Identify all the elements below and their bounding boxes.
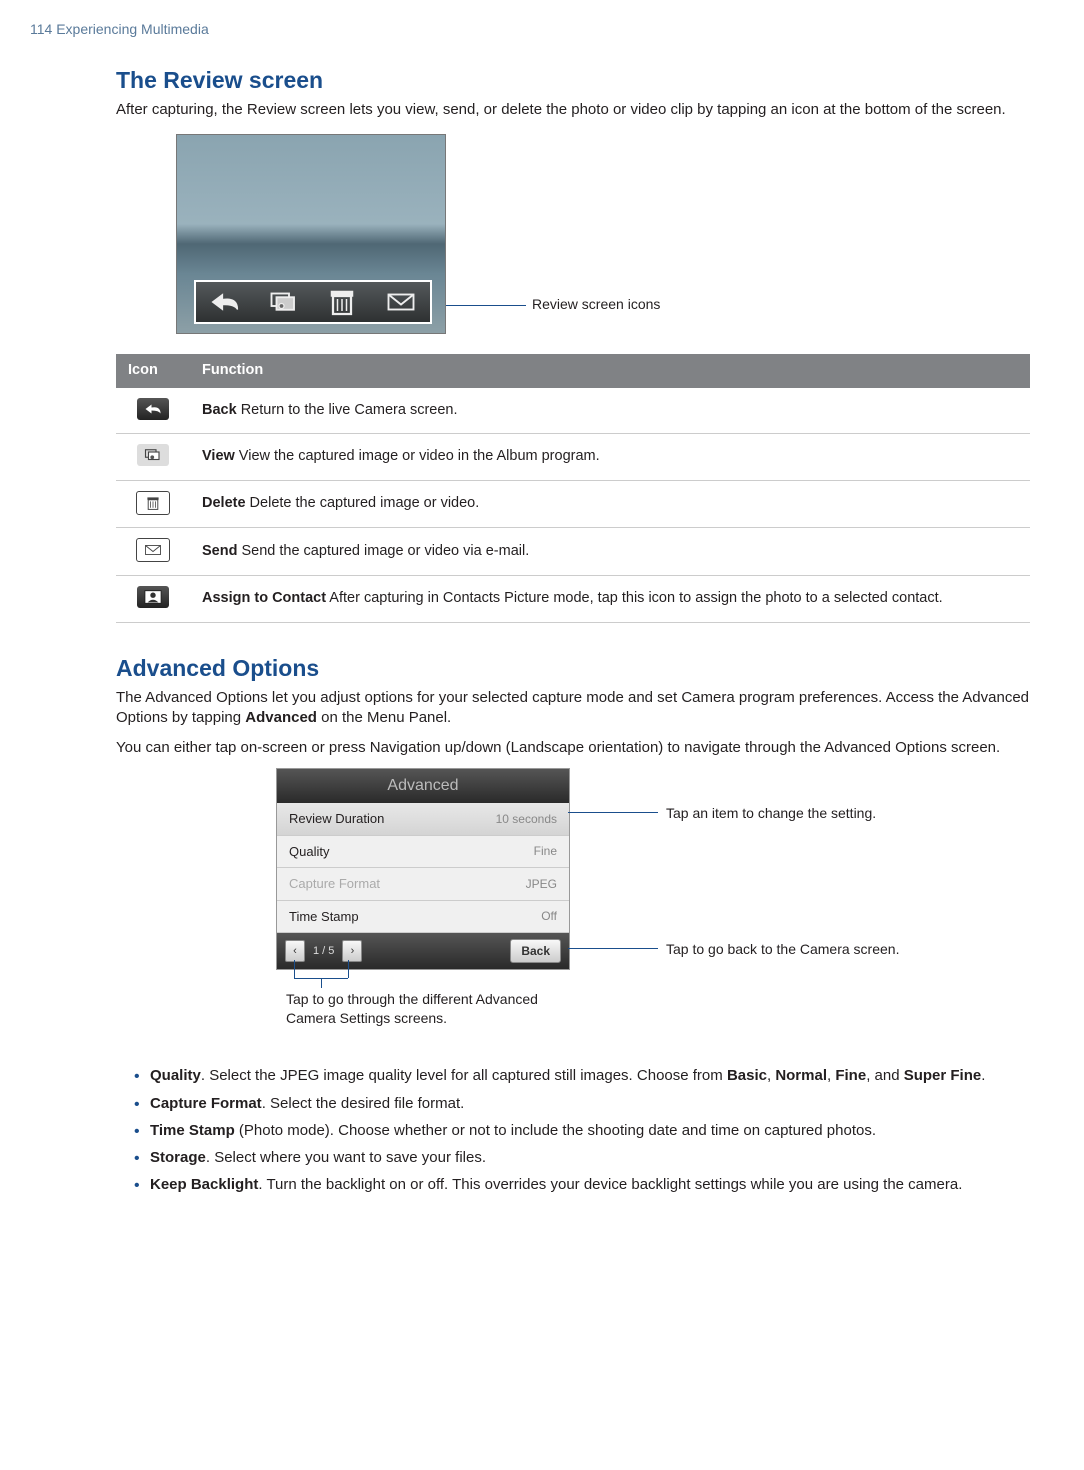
- table-row: Delete Delete the captured image or vide…: [116, 480, 1030, 528]
- send-icon: [136, 538, 170, 562]
- send-icon[interactable]: [386, 291, 416, 313]
- view-icon: [137, 444, 169, 466]
- review-intro: After capturing, the Review screen lets …: [116, 100, 1030, 120]
- advanced-p2: You can either tap on-screen or press Na…: [116, 738, 1030, 758]
- delete-icon[interactable]: [327, 291, 357, 313]
- th-function: Function: [190, 354, 1030, 388]
- th-icon: Icon: [116, 354, 190, 388]
- pager-text: 1 / 5: [307, 944, 340, 959]
- callout-tap-item: Tap an item to change the setting.: [666, 804, 876, 823]
- back-icon: [137, 398, 169, 420]
- list-item: Storage. Select where you want to save y…: [134, 1148, 1030, 1168]
- pager-next-button[interactable]: ›: [342, 940, 362, 962]
- delete-icon: [136, 491, 170, 515]
- back-button[interactable]: Back: [510, 939, 561, 963]
- callout-line: [568, 948, 658, 949]
- advanced-title: Advanced: [277, 769, 569, 803]
- adv-row-time-stamp[interactable]: Time StampOff: [277, 901, 569, 934]
- callout-line: [321, 978, 322, 988]
- list-item: Keep Backlight. Turn the backlight on or…: [134, 1175, 1030, 1195]
- list-item: Time Stamp (Photo mode). Choose whether …: [134, 1121, 1030, 1141]
- review-callout: Review screen icons: [532, 295, 660, 314]
- callout-line: [446, 305, 526, 306]
- callout-pager: Tap to go through the different Advanced…: [286, 990, 546, 1028]
- review-screenshot: [176, 134, 446, 334]
- callout-line: [294, 960, 295, 978]
- review-icons-bar: [194, 280, 432, 324]
- pager: ‹ 1 / 5 ›: [285, 940, 362, 962]
- table-row: Assign to Contact After capturing in Con…: [116, 576, 1030, 623]
- callout-back: Tap to go back to the Camera screen.: [666, 940, 899, 959]
- list-item: Capture Format. Select the desired file …: [134, 1094, 1030, 1114]
- table-row: View View the captured image or video in…: [116, 434, 1030, 481]
- adv-row-review-duration[interactable]: Review Duration10 seconds: [277, 803, 569, 836]
- adv-row-capture-format[interactable]: Capture FormatJPEG: [277, 868, 569, 901]
- advanced-screenshot: Advanced Review Duration10 seconds Quali…: [276, 768, 570, 970]
- assign-contact-icon: [137, 586, 169, 608]
- table-row: Back Return to the live Camera screen.: [116, 388, 1030, 434]
- page-header: 114 Experiencing Multimedia: [30, 20, 1054, 39]
- table-row: Send Send the captured image or video vi…: [116, 528, 1030, 576]
- options-list: Quality. Select the JPEG image quality l…: [116, 1066, 1030, 1195]
- pager-prev-button[interactable]: ‹: [285, 940, 305, 962]
- adv-row-quality[interactable]: QualityFine: [277, 836, 569, 869]
- list-item: Quality. Select the JPEG image quality l…: [134, 1066, 1030, 1086]
- section-title-advanced: Advanced Options: [116, 653, 1030, 684]
- view-icon[interactable]: [269, 291, 299, 313]
- callout-line: [348, 960, 349, 978]
- section-title-review: The Review screen: [116, 65, 1030, 96]
- advanced-p1: The Advanced Options let you adjust opti…: [116, 688, 1030, 729]
- icon-function-table: Icon Function Back Return to the live Ca…: [116, 354, 1030, 622]
- callout-line: [568, 812, 658, 813]
- back-icon[interactable]: [210, 291, 240, 313]
